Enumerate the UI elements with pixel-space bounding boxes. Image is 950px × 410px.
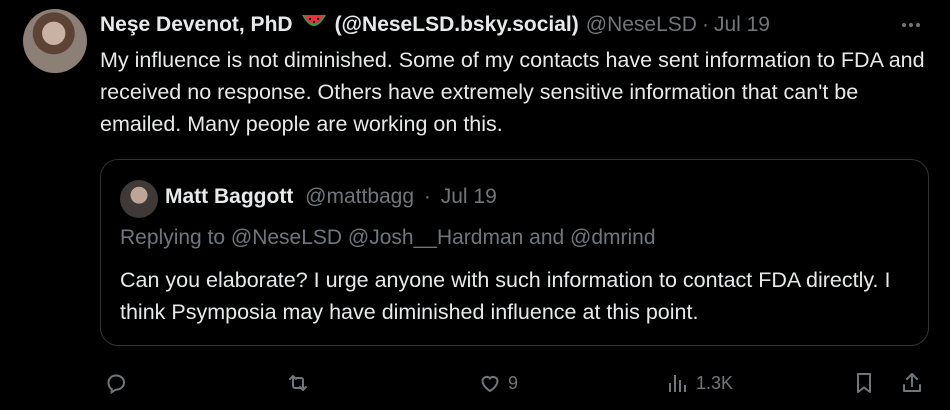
share-button[interactable] <box>900 368 924 398</box>
like-button[interactable]: 9 <box>478 368 518 398</box>
quoted-tweet-date: Jul 19 <box>440 185 497 208</box>
heart-icon <box>481 375 499 393</box>
views-button[interactable]: 1.3K <box>666 368 733 398</box>
views-count: 1.3K <box>696 372 734 393</box>
retweet-icon <box>289 375 307 391</box>
author-bsky-handle[interactable]: (@NeseLSD.bsky.social) <box>335 13 579 37</box>
quoted-author-avatar <box>120 180 158 218</box>
author-handle[interactable]: @NeseLSD <box>586 13 697 37</box>
tweet-header: Neşe Devenot, PhD (@NeseLSD.bsky.social)… <box>100 12 770 38</box>
share-icon <box>903 373 921 392</box>
reply-icon <box>107 374 126 395</box>
quoted-separator-dot: · <box>423 185 431 208</box>
author-avatar[interactable] <box>23 9 87 73</box>
quoted-tweet-text: Can you elaborate? I urge anyone with su… <box>120 268 891 324</box>
more-options-icon[interactable] <box>898 12 924 38</box>
author-name[interactable]: Neşe Devenot, PhD <box>100 13 293 37</box>
bookmark-icon <box>857 373 871 393</box>
retweet-button[interactable] <box>286 368 310 398</box>
quoted-tweet-header: Matt Baggott @mattbagg · Jul 19 <box>165 185 497 209</box>
views-icon <box>669 375 686 392</box>
reply-button[interactable] <box>104 368 128 398</box>
separator-dot: · <box>701 13 709 36</box>
quoted-author-name: Matt Baggott <box>165 185 294 208</box>
bookmark-button[interactable] <box>852 368 876 398</box>
tweet-text: My influence is not diminished. Some of … <box>100 48 925 136</box>
quoted-tweet[interactable]: Matt Baggott @mattbagg · Jul 19 Replying… <box>100 159 929 346</box>
like-count: 9 <box>508 372 519 393</box>
replying-to: Replying to @NeseLSD @Josh__Hardman and … <box>120 226 656 249</box>
tweet-date[interactable]: Jul 19 <box>714 13 770 37</box>
action-bar: 9 1.3K <box>100 368 930 398</box>
quoted-author-handle: @mattbagg <box>305 185 415 208</box>
watermelon-emoji-icon <box>301 13 327 37</box>
